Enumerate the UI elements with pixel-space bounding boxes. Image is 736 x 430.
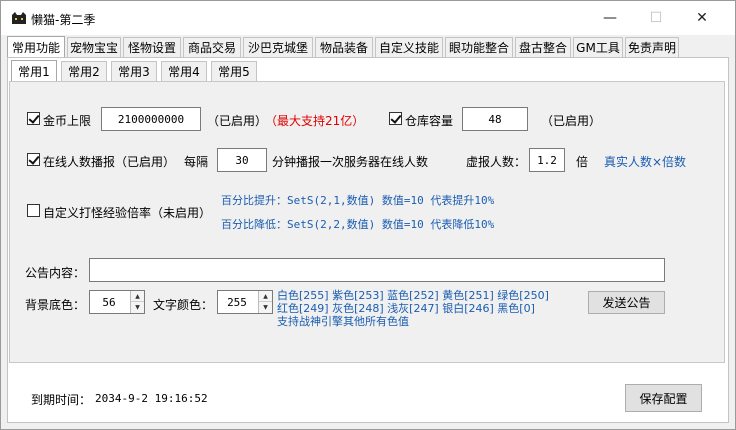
app-window: 懒猫-第二季 — ☐ ✕ 常用功能 宠物宝宝 怪物设置 商品交易 沙巴克城堡 物…	[0, 0, 736, 430]
save-config-button[interactable]: 保存配置	[625, 384, 702, 412]
color-codes-line-1: 白色[255] 紫色[253] 蓝色[252] 黄色[251] 绿色[250]	[277, 289, 549, 302]
subtab-common3[interactable]: 常用3	[111, 61, 157, 81]
gold-limit-label: 金币上限	[43, 114, 92, 128]
bg-color-down-arrow-icon[interactable]: ▼	[131, 302, 144, 313]
tab-items[interactable]: 物品装备	[315, 37, 373, 57]
maximize-button[interactable]: ☐	[633, 1, 679, 35]
online-broadcast-checkbox[interactable]	[27, 153, 40, 166]
tab-custom-skills[interactable]: 自定义技能	[375, 37, 443, 57]
subtab-common4[interactable]: 常用4	[161, 61, 207, 81]
app-cat-icon	[12, 12, 26, 24]
times-label: 倍	[576, 155, 589, 169]
announcement-input[interactable]	[89, 258, 665, 282]
close-button[interactable]: ✕	[679, 1, 725, 35]
multiplier-formula: 真实人数×倍数	[604, 155, 687, 169]
tab-pets[interactable]: 宠物宝宝	[67, 37, 121, 57]
window-title: 懒猫-第二季	[31, 13, 96, 27]
gold-limit-status: （已启用）	[207, 114, 268, 128]
broadcast-suffix-label: 分钟播报一次服务器在线人数	[272, 155, 429, 169]
color-codes-line-3: 支持战神引擎其他所有色值	[277, 315, 409, 328]
minimize-icon: —	[603, 10, 617, 26]
text-color-up-arrow-icon[interactable]: ▲	[259, 291, 272, 302]
gold-limit-checkbox[interactable]	[27, 112, 40, 125]
minimize-button[interactable]: —	[587, 1, 633, 35]
bg-color-label: 背景底色：	[25, 298, 86, 312]
tab-sabac-castle[interactable]: 沙巴克城堡	[243, 37, 313, 57]
virtual-count-label: 虚报人数：	[466, 155, 527, 169]
broadcast-minutes-input[interactable]: 30	[217, 148, 267, 172]
warehouse-capacity-checkbox[interactable]	[389, 112, 402, 125]
tab-pangu[interactable]: 盘古整合	[515, 37, 571, 57]
exp-rate-label: 自定义打怪经验倍率（未启用）	[43, 206, 212, 220]
subtab-common2[interactable]: 常用2	[61, 61, 107, 81]
expire-label: 到期时间：	[31, 393, 92, 407]
exp-rate-hint-up: 百分比提升：SetS(2,1,数值) 数值=10 代表提升10%	[221, 194, 495, 207]
exp-rate-checkbox[interactable]	[27, 204, 40, 217]
broadcast-every-label: 每隔	[184, 155, 209, 169]
text-color-label: 文字颜色：	[153, 298, 214, 312]
bg-color-up-arrow-icon[interactable]: ▲	[131, 291, 144, 302]
tab-eye-features[interactable]: 眼功能整合	[445, 37, 513, 57]
tab-gm-tools[interactable]: GM工具	[573, 37, 623, 57]
text-color-value[interactable]: 255	[218, 291, 256, 313]
close-icon: ✕	[696, 10, 708, 26]
text-color-stepper[interactable]: 255 ▲ ▼	[217, 290, 273, 314]
online-broadcast-label: 在线人数播报（已启用）	[43, 155, 176, 169]
tab-common-functions[interactable]: 常用功能	[7, 36, 65, 58]
gold-limit-note: （最大支持21亿）	[265, 114, 365, 128]
tab-trade[interactable]: 商品交易	[183, 37, 241, 57]
announcement-label: 公告内容：	[25, 266, 86, 280]
tab-monster-settings[interactable]: 怪物设置	[123, 37, 181, 57]
subtab-common1[interactable]: 常用1	[11, 60, 57, 82]
color-code-list: 白色[255] 紫色[253] 蓝色[252] 黄色[251] 绿色[250] …	[277, 289, 577, 328]
exp-rate-hint-down: 百分比降低：SetS(2,2,数值) 数值=10 代表降低10%	[221, 218, 495, 231]
warehouse-capacity-input[interactable]: 48	[462, 107, 528, 131]
warehouse-capacity-status: （已启用）	[541, 114, 602, 128]
tab-disclaimer[interactable]: 免责声明	[625, 37, 679, 57]
bg-color-stepper[interactable]: 56 ▲ ▼	[89, 290, 145, 314]
expire-value: 2034-9-2 19:16:52	[95, 392, 208, 405]
send-announcement-button[interactable]: 发送公告	[588, 291, 665, 314]
gold-limit-input[interactable]: 2100000000	[101, 107, 201, 131]
title-bar: 懒猫-第二季 — ☐ ✕	[1, 1, 735, 35]
maximize-icon: ☐	[649, 10, 663, 26]
warehouse-capacity-label: 仓库容量	[405, 114, 454, 128]
color-codes-line-2: 红色[249] 灰色[248] 浅灰[247] 银白[246] 黑色[0]	[277, 302, 535, 315]
text-color-down-arrow-icon[interactable]: ▼	[259, 302, 272, 313]
subtab-common5[interactable]: 常用5	[211, 61, 257, 81]
bg-color-value[interactable]: 56	[90, 291, 128, 313]
virtual-multiplier-input[interactable]: 1.2	[529, 148, 565, 172]
